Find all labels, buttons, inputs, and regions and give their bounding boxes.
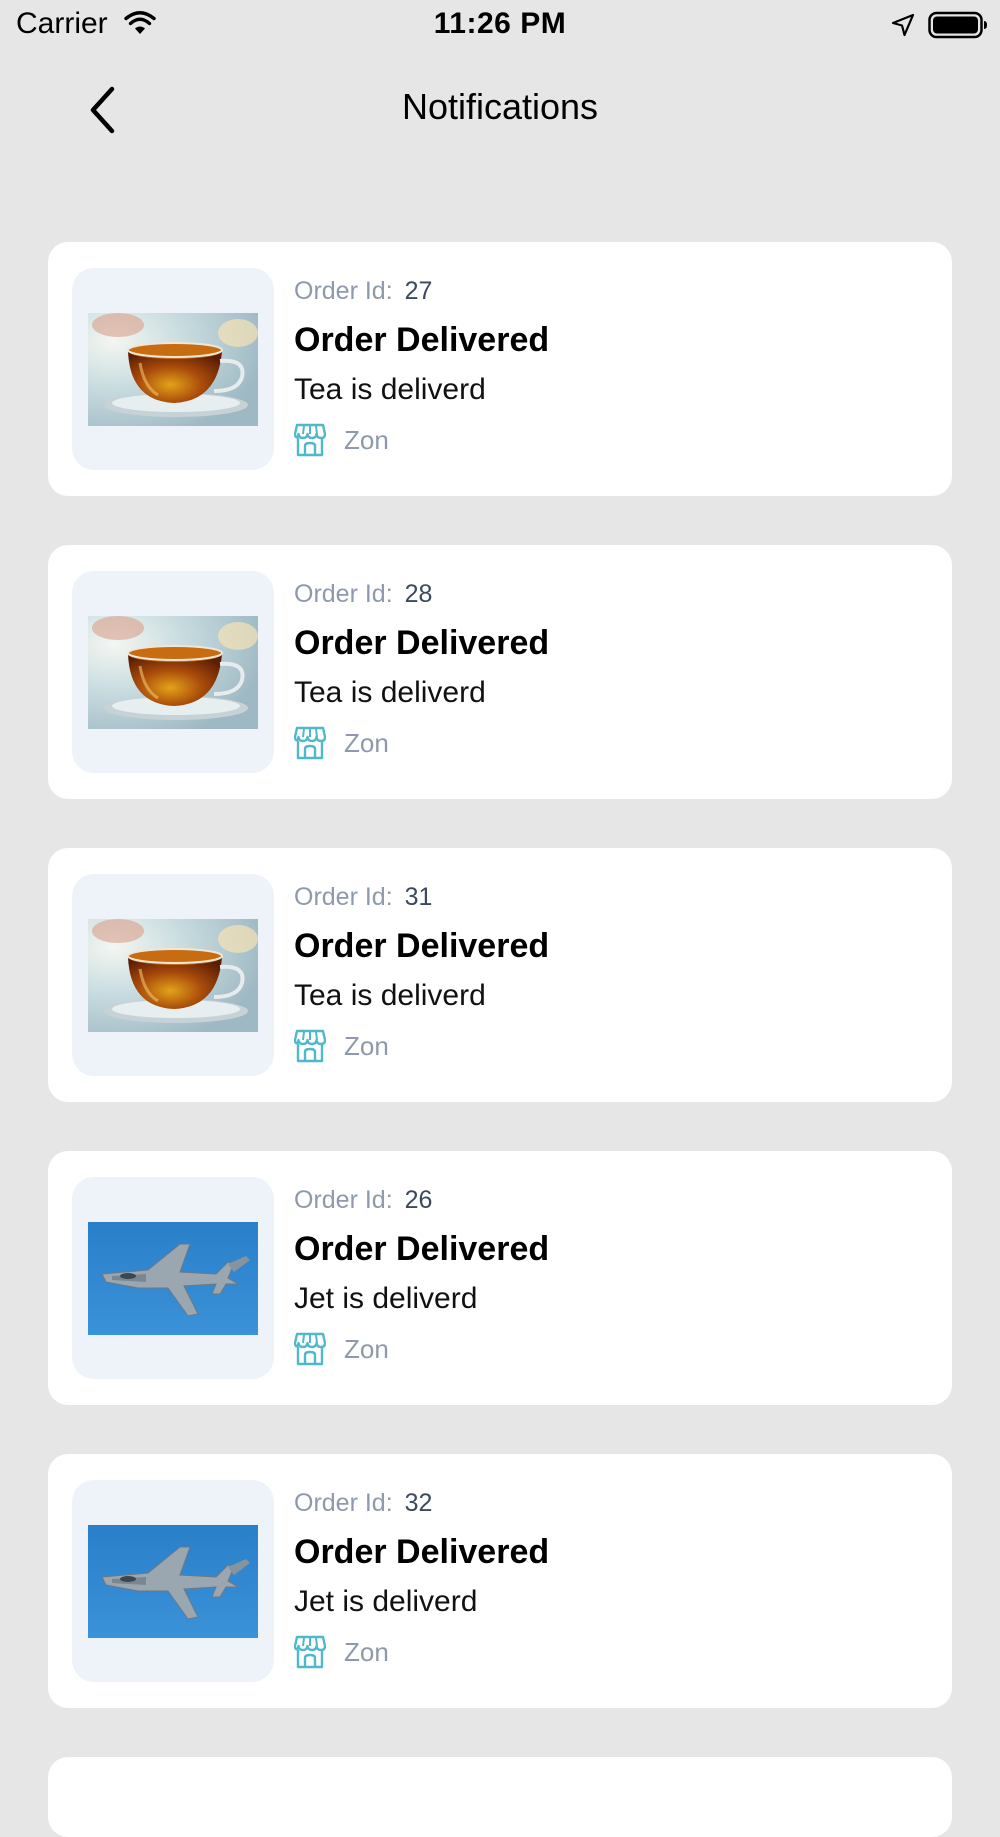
status-time: 11:26 PM: [433, 7, 567, 40]
order-id-row: Order Id: 26: [294, 1185, 932, 1215]
store-icon: [294, 1635, 326, 1669]
order-id-label: Order Id:: [294, 883, 393, 911]
order-id-value: 27: [404, 277, 433, 305]
notification-title: Order Delivered: [294, 1230, 550, 1268]
notification-info: Order Id: 28 Order Delivered Tea is deliv…: [294, 579, 932, 761]
order-id-label: Order Id:: [294, 1489, 393, 1517]
notification-message: Jet is deliverd: [294, 1585, 478, 1618]
notification-card-partial[interactable]: [48, 1757, 952, 1837]
notification-list[interactable]: Order Id: 27 Order Delivered Tea is deliv…: [48, 242, 952, 1837]
order-id-label: Order Id:: [294, 277, 393, 305]
tea-cup-image: [88, 616, 258, 729]
battery-icon: [928, 11, 987, 39]
store-icon: [294, 1332, 326, 1366]
tea-cup-image: [88, 919, 258, 1032]
order-id-value: 26: [404, 1186, 433, 1214]
nav-header: Notifications: [0, 70, 1000, 150]
fighter-jet-image: [88, 1525, 258, 1638]
notification-title: Order Delivered: [294, 927, 550, 965]
store-icon: [294, 423, 326, 457]
notification-info: Order Id: 31 Order Delivered Tea is deliv…: [294, 882, 932, 1064]
notification-message: Jet is deliverd: [294, 1282, 478, 1315]
notification-info: Order Id: 27 Order Delivered Tea is deliv…: [294, 276, 932, 458]
product-thumbnail: [72, 571, 274, 773]
product-thumbnail: [72, 874, 274, 1076]
order-id-row: Order Id: 28: [294, 579, 932, 609]
order-id-value: 28: [404, 580, 433, 608]
store-name: Zon: [344, 1333, 389, 1364]
notification-title: Order Delivered: [294, 321, 550, 359]
notification-card[interactable]: Order Id: 27 Order Delivered Tea is deliv…: [48, 242, 952, 496]
store-row: Zon: [294, 1331, 932, 1367]
product-thumbnail: [72, 1177, 274, 1379]
page-title: Notifications: [401, 86, 599, 127]
notification-card[interactable]: Order Id: 32 Order Delivered Jet is deliv…: [48, 1454, 952, 1708]
notification-info: Order Id: 32 Order Delivered Jet is deliv…: [294, 1488, 932, 1670]
tea-cup-image: [88, 313, 258, 426]
notification-message: Tea is deliverd: [294, 373, 486, 406]
store-name: Zon: [344, 424, 389, 455]
product-thumbnail: [72, 268, 274, 470]
notification-title: Order Delivered: [294, 1533, 550, 1571]
order-id-value: 31: [404, 883, 433, 911]
fighter-jet-image: [88, 1222, 258, 1335]
notification-card[interactable]: Order Id: 26 Order Delivered Jet is deliv…: [48, 1151, 952, 1405]
store-name: Zon: [344, 1030, 389, 1061]
notification-message: Tea is deliverd: [294, 979, 486, 1012]
notification-info: Order Id: 26 Order Delivered Jet is deliv…: [294, 1185, 932, 1367]
order-id-label: Order Id:: [294, 580, 393, 608]
store-row: Zon: [294, 1028, 932, 1064]
order-id-value: 32: [404, 1489, 433, 1517]
store-icon: [294, 726, 326, 760]
notification-title: Order Delivered: [294, 624, 550, 662]
store-row: Zon: [294, 1634, 932, 1670]
notification-message: Tea is deliverd: [294, 676, 486, 709]
store-row: Zon: [294, 725, 932, 761]
notification-card[interactable]: Order Id: 31 Order Delivered Tea is deliv…: [48, 848, 952, 1102]
order-id-label: Order Id:: [294, 1186, 393, 1214]
order-id-row: Order Id: 27: [294, 276, 932, 306]
store-name: Zon: [344, 1636, 389, 1667]
product-thumbnail: [72, 1480, 274, 1682]
status-bar: Carrier 11:26 PM: [0, 0, 1000, 50]
store-name: Zon: [344, 727, 389, 758]
order-id-row: Order Id: 31: [294, 882, 932, 912]
order-id-row: Order Id: 32: [294, 1488, 932, 1518]
notification-card[interactable]: Order Id: 28 Order Delivered Tea is deliv…: [48, 545, 952, 799]
store-row: Zon: [294, 422, 932, 458]
location-arrow-icon: [891, 13, 915, 37]
store-icon: [294, 1029, 326, 1063]
